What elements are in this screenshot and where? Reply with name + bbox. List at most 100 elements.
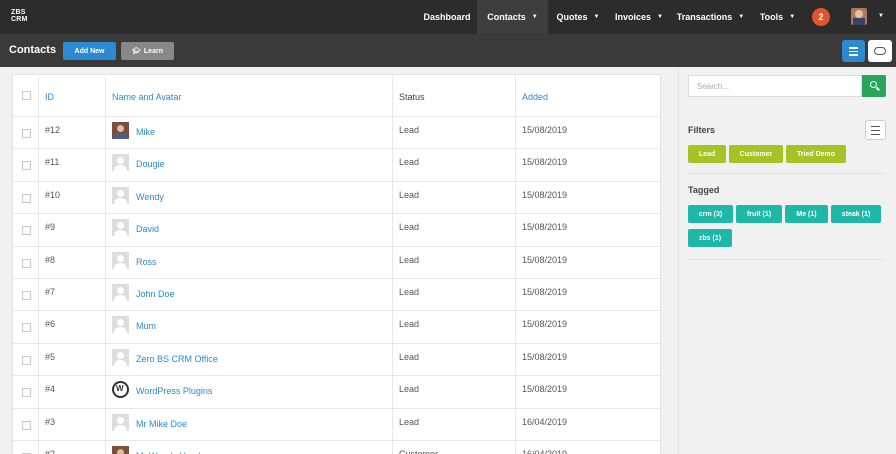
contact-name-link[interactable]: WordPress Plugins — [136, 386, 212, 396]
select-all-checkbox[interactable] — [22, 91, 31, 100]
contact-added-date: 15/08/2019 — [522, 287, 568, 297]
contact-id: #5 — [45, 351, 56, 362]
contact-name-link[interactable]: Wendy — [136, 192, 164, 202]
avatar — [112, 122, 129, 139]
table-row[interactable]: #2Mr Woody HaydayCustomer16/04/2019 — [13, 441, 660, 454]
nav-item-quotes[interactable]: Quotes ▼ — [548, 0, 608, 34]
contact-name-link[interactable]: Zero BS CRM Office — [136, 354, 218, 364]
nav-item-invoices[interactable]: Invoices ▼ — [608, 0, 670, 34]
search-button[interactable] — [862, 75, 886, 97]
contact-added-date: 16/04/2019 — [522, 449, 568, 454]
contact-name-link[interactable]: Mr Mike Doe — [136, 419, 187, 429]
contact-added-date: 15/08/2019 — [522, 319, 568, 330]
row-checkbox[interactable] — [22, 323, 31, 333]
caret-down-icon: ▼ — [657, 14, 663, 20]
default-avatar-icon — [112, 348, 129, 366]
tag-steak-button[interactable]: steak (1) — [831, 205, 881, 223]
row-checkbox[interactable] — [22, 388, 31, 398]
table-row[interactable]: #11 Dougie Lead 15/08/2019 — [13, 149, 660, 182]
learn-button[interactable]: 🎓︎ Learn — [121, 42, 174, 60]
contact-status: Lead — [399, 351, 420, 362]
default-avatar-icon — [112, 154, 129, 172]
contact-status: Lead — [399, 384, 420, 395]
row-checkbox[interactable] — [22, 129, 31, 138]
contact-name-link[interactable]: Ross — [136, 257, 157, 267]
tag-me-button[interactable]: Me (1) — [785, 205, 828, 223]
row-checkbox[interactable] — [22, 226, 31, 236]
nav-item-tools[interactable]: Tools ▼ — [751, 0, 804, 34]
row-checkbox[interactable] — [22, 355, 31, 365]
default-avatar-icon — [112, 219, 129, 237]
table-row[interactable]: #5 Zero BS CRM Office Lead 15/08/2019 — [13, 343, 660, 377]
default-avatar-icon — [112, 251, 129, 269]
graduation-cap-icon: 🎓︎ — [132, 48, 141, 55]
row-checkbox[interactable] — [22, 193, 31, 203]
row-checkbox[interactable] — [22, 291, 31, 300]
contact-id: #7 — [45, 287, 56, 297]
nav-item-contacts[interactable]: Contacts ▼ — [477, 0, 548, 34]
default-avatar-icon — [112, 413, 129, 431]
contact-id: #8 — [45, 254, 56, 265]
contact-status: Lead — [399, 125, 420, 135]
nav-menu: Dashboard Contacts ▼ Quotes ▼ Invoices ▼ Tr… — [417, 0, 804, 34]
contact-id: #4 — [45, 384, 56, 395]
table-row[interactable]: #10 Wendy Lead 15/08/2019 — [13, 181, 660, 215]
table-row[interactable]: #9 David Lead 15/08/2019 — [13, 214, 660, 247]
table-row[interactable]: #4 W WordPress Plugins Lead 15/08/2019 — [13, 376, 660, 409]
list-view-button[interactable] — [842, 40, 865, 62]
user-menu-caret-icon[interactable]: ▼ — [878, 13, 884, 19]
contact-name-link[interactable]: Mike — [136, 127, 155, 137]
tag-zbs-button[interactable]: zbs (1) — [688, 229, 732, 247]
contact-status: Lead — [399, 254, 420, 265]
caret-down-icon: ▼ — [593, 14, 600, 20]
table-row[interactable]: #12 Mike Lead 15/08/2019 — [13, 117, 660, 150]
column-header-name[interactable]: Name and Avatar — [112, 92, 181, 102]
table-row[interactable]: #3 Mr Mike Doe Lead 16/04/2019 — [13, 408, 660, 441]
filter-tried-demo-button[interactable]: Tried Demo — [786, 145, 846, 163]
table-row[interactable]: #8 Ross Lead 15/08/2019 — [13, 246, 660, 279]
tag-fruit-button[interactable]: fruit (1) — [736, 205, 782, 223]
tag-crm-button[interactable]: crm (3) — [688, 205, 733, 223]
page-header-bar: Contacts Add New 🎓︎ Learn — [0, 34, 896, 67]
sidebar-separator — [688, 259, 886, 260]
contact-status: Customer — [399, 449, 439, 454]
column-header-added[interactable]: Added — [522, 92, 548, 102]
tagged-title: Tagged — [688, 185, 720, 195]
table-row[interactable]: #6 Mum Lead 15/08/2019 — [13, 311, 660, 344]
contact-id: #3 — [45, 416, 56, 427]
notification-badge[interactable]: 2 — [812, 8, 830, 26]
column-header-status[interactable]: Status — [399, 92, 425, 102]
contacts-table: ID Name and Avatar Status Added #12 Mike L… — [12, 74, 661, 454]
zbs-crm-logo[interactable]: ZBS CRM — [11, 9, 28, 23]
user-avatar[interactable] — [851, 8, 867, 25]
contact-name-link[interactable]: John Doe — [136, 289, 175, 299]
contact-status: Lead — [399, 416, 420, 427]
table-header-row: ID Name and Avatar Status Added — [13, 75, 660, 117]
default-avatar-icon — [112, 284, 129, 301]
nav-item-transactions[interactable]: Transactions ▼ — [670, 0, 751, 34]
default-avatar-icon — [112, 316, 129, 334]
contact-name-link[interactable]: Mum — [136, 321, 156, 331]
caret-down-icon: ▼ — [789, 14, 796, 20]
add-new-button[interactable]: Add New — [63, 42, 116, 60]
contact-name-link[interactable]: David — [136, 224, 159, 234]
contact-added-date: 15/08/2019 — [522, 384, 568, 395]
filter-settings-button[interactable] — [865, 120, 886, 140]
contact-id: #6 — [45, 319, 56, 330]
contact-id: #9 — [45, 222, 56, 233]
row-checkbox[interactable] — [22, 161, 31, 171]
wordpress-logo-icon: W — [112, 381, 129, 399]
column-header-id[interactable]: ID — [45, 92, 54, 102]
table-row[interactable]: #7 John Doe Lead 15/08/2019 — [13, 279, 660, 312]
row-checkbox[interactable] — [22, 420, 31, 430]
nav-item-dashboard[interactable]: Dashboard — [417, 0, 477, 34]
filter-customer-button[interactable]: Customer — [729, 145, 783, 163]
contact-name-link[interactable]: Dougie — [136, 159, 165, 169]
row-checkbox[interactable] — [22, 258, 31, 268]
default-avatar-icon — [112, 186, 129, 204]
toggle-view-button[interactable] — [868, 40, 892, 62]
toggle-icon — [874, 47, 886, 55]
contact-id: #11 — [45, 157, 60, 168]
filter-lead-button[interactable]: Lead — [688, 145, 726, 163]
search-input[interactable]: Search... — [688, 75, 862, 97]
